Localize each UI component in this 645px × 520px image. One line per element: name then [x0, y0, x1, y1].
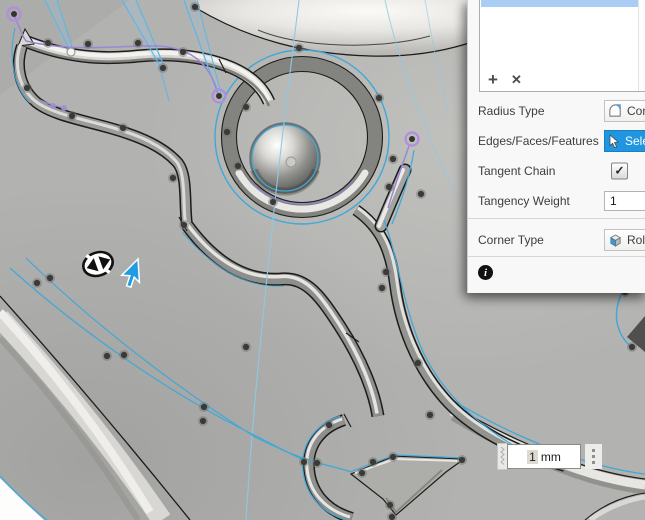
add-selection-button[interactable]: +: [488, 71, 498, 88]
row-tangent-chain: Tangent Chain ✓: [468, 156, 645, 185]
radius-type-label: Radius Type: [478, 103, 545, 118]
dimension-unit: mm: [540, 449, 561, 464]
row-corner-type: Corner Type Roll: [468, 225, 645, 255]
kebab-dot: [592, 461, 595, 464]
select-cursor-icon: [609, 133, 619, 148]
drag-handle[interactable]: [497, 443, 507, 470]
corner-type-label: Corner Type: [478, 233, 544, 247]
zigzag-handle-icon: [500, 446, 505, 465]
white-point: [66, 47, 76, 57]
dimension-input[interactable]: 1 mm: [507, 444, 581, 469]
selected-edge-set-row[interactable]: [481, 0, 638, 7]
edges-select-button[interactable]: Sele: [604, 129, 645, 152]
radius-type-value: Con: [627, 103, 645, 118]
tangency-weight-input[interactable]: [604, 190, 645, 211]
sphere-dimple: [249, 122, 321, 196]
dimension-widget: 1 mm: [497, 443, 602, 470]
corner-type-dropdown[interactable]: Roll: [604, 229, 645, 251]
divider: [468, 218, 645, 219]
selection-list[interactable]: + ✕: [479, 0, 645, 92]
row-edges: Edges/Faces/Features Sele: [468, 126, 645, 155]
edges-select-value: Sele: [625, 133, 645, 148]
edges-label: Edges/Faces/Features: [478, 133, 599, 148]
dimension-value: 1: [527, 449, 538, 464]
constant-radius-icon: [609, 104, 621, 117]
kebab-dot: [592, 449, 595, 452]
fusion-viewport-window: 1 mm + ✕ Radius Type Con Edges/Faces/Fea…: [0, 0, 645, 520]
info-icon[interactable]: i: [478, 265, 493, 280]
tangent-chain-checkbox[interactable]: ✓: [611, 162, 628, 179]
corner-type-value: Roll: [627, 233, 645, 247]
tangency-weight-label: Tangency Weight: [478, 193, 570, 208]
row-tangency-weight: Tangency Weight: [468, 186, 645, 215]
kebab-dot: [592, 455, 595, 458]
fillet-dialog-panel: + ✕ Radius Type Con Edges/Faces/Features…: [467, 0, 645, 293]
row-radius-type: Radius Type Con: [468, 96, 645, 125]
tangent-chain-label: Tangent Chain: [478, 163, 556, 178]
checkmark-icon: ✓: [614, 163, 625, 178]
remove-selection-button[interactable]: ✕: [511, 73, 522, 87]
radius-type-dropdown[interactable]: Con: [604, 99, 645, 122]
divider: [468, 256, 645, 257]
kebab-menu-button[interactable]: [585, 444, 602, 469]
list-scrollbar[interactable]: [638, 0, 645, 91]
rolling-ball-corner-icon: [610, 233, 621, 247]
